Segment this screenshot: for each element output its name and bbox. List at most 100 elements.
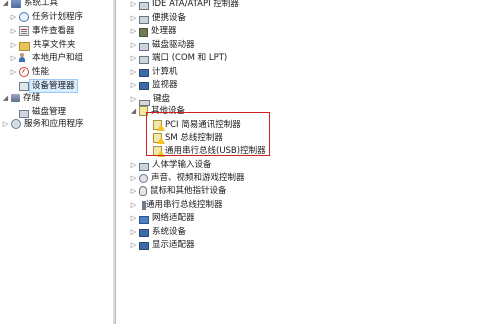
console-tree-item-label: 磁盘管理 <box>32 107 67 117</box>
device-tree-item-label: 网络适配器 <box>152 213 195 223</box>
device-tree-item-label: 鼠标和其他指针设备 <box>150 186 227 196</box>
storage-icon <box>11 94 20 102</box>
console-tree-item-label: 服务和应用程序 <box>24 119 84 129</box>
device-tree-item[interactable]: ▷ 端口 (COM 和 LPT) <box>130 52 227 64</box>
ide-controller-icon <box>139 2 149 10</box>
console-tree-item[interactable]: ▷ 共享文件夹 <box>10 39 76 51</box>
collapsed-arrow-icon[interactable]: ▷ <box>130 79 137 91</box>
collapsed-arrow-icon[interactable]: ▷ <box>130 66 137 78</box>
console-tree-item-label: 存储 <box>23 93 41 103</box>
portable-device-icon <box>139 16 149 24</box>
device-tree-item[interactable]: ▷ IDE ATA/ATAPI 控制器 <box>130 0 239 10</box>
collapsed-arrow-icon[interactable]: ▷ <box>130 185 137 197</box>
collapsed-arrow-icon[interactable]: ▷ <box>10 39 17 51</box>
expanded-arrow-icon[interactable]: ◢ <box>130 105 137 117</box>
collapsed-arrow-icon[interactable]: ▷ <box>130 172 137 184</box>
collapsed-arrow-icon[interactable]: ▷ <box>130 199 137 211</box>
collapsed-arrow-icon[interactable]: ▷ <box>10 66 17 78</box>
console-tree-item-label: 事件查看器 <box>32 26 75 36</box>
system-devices-icon <box>139 229 149 237</box>
device-tree-item-label: 监视器 <box>152 80 178 90</box>
console-tree-item[interactable]: ▷ 事件查看器 <box>10 25 75 37</box>
device-tree-item-label: 计算机 <box>152 67 178 77</box>
collapsed-arrow-icon[interactable]: ▷ <box>130 159 137 171</box>
hid-icon <box>139 163 149 171</box>
device-tree-item-label: 通用串行总线控制器 <box>146 200 223 210</box>
collapsed-arrow-icon[interactable]: ▷ <box>130 212 137 224</box>
no-expander <box>10 106 17 118</box>
local-users-icon <box>19 53 29 63</box>
console-tree-item[interactable]: ▷ 性能 <box>10 66 49 78</box>
shared-folders-icon <box>19 41 30 51</box>
device-tree-item-label: 人体学输入设备 <box>152 160 212 170</box>
collapsed-arrow-icon[interactable]: ▷ <box>130 239 137 251</box>
device-tree-item-label: 系统设备 <box>152 227 187 237</box>
device-tree-item[interactable]: ▷ 便携设备 <box>130 12 186 24</box>
device-tree-item-label: 键盘 <box>153 94 171 104</box>
console-tree-item[interactable]: ▷ 任务计划程序 <box>10 11 83 23</box>
expanded-arrow-icon[interactable]: ◢ <box>2 92 9 104</box>
computer-icon <box>139 69 149 77</box>
collapsed-arrow-icon[interactable]: ▷ <box>2 118 9 130</box>
performance-icon <box>19 67 29 77</box>
device-tree-item[interactable]: ▷ 系统设备 <box>130 226 186 238</box>
collapsed-arrow-icon[interactable]: ▷ <box>130 39 137 51</box>
device-tree-item[interactable]: ▷ 人体学输入设备 <box>130 159 212 171</box>
collapsed-arrow-icon[interactable]: ▷ <box>10 11 17 23</box>
console-tree-item-label: 本地用户和组 <box>32 53 84 63</box>
device-tree-item[interactable]: ▷ 磁盘驱动器 <box>130 39 195 51</box>
console-tree-item[interactable]: 设备管理器 <box>10 79 78 93</box>
device-tree-item[interactable]: ▷ 网络适配器 <box>130 212 195 224</box>
collapsed-arrow-icon[interactable]: ▷ <box>130 52 137 64</box>
event-viewer-icon <box>19 26 29 36</box>
device-tree-item-label: 磁盘驱动器 <box>152 40 195 50</box>
device-tree-item[interactable]: ▷ 显示适配器 <box>130 239 195 251</box>
console-tree-item-label: 任务计划程序 <box>32 12 84 22</box>
device-tree-item[interactable]: ▷ 处理器 <box>130 25 177 37</box>
network-adapter-icon <box>139 216 149 224</box>
services-apps-icon <box>11 119 21 129</box>
collapsed-arrow-icon[interactable]: ▷ <box>10 52 17 64</box>
device-tree-item[interactable]: ▷ 键盘 <box>130 93 171 106</box>
expanded-arrow-icon[interactable]: ◢ <box>2 0 9 9</box>
port-icon <box>139 56 149 64</box>
collapsed-arrow-icon[interactable]: ▷ <box>130 25 137 37</box>
device-tree-item[interactable]: ▷ 监视器 <box>130 79 178 91</box>
device-tree-item-label: 端口 (COM 和 LPT) <box>152 53 228 63</box>
display-adapter-icon <box>139 242 149 250</box>
tools-icon <box>11 0 21 8</box>
no-expander <box>10 80 17 92</box>
device-manager-icon <box>19 81 29 91</box>
highlight-box <box>146 112 270 156</box>
collapsed-arrow-icon[interactable]: ▷ <box>130 93 137 105</box>
device-tree-item[interactable]: ▷ 计算机 <box>130 66 178 78</box>
device-tree-item[interactable]: ▷ 声音、视频和游戏控制器 <box>130 172 245 184</box>
device-list-pane: ▷ IDE ATA/ATAPI 控制器 ▷ 便携设备 ▷ 处理器 ▷ 磁盘驱动器 ▷ 端口 (CO… <box>116 0 500 324</box>
device-tree-item-label: 声音、视频和游戏控制器 <box>151 173 245 183</box>
console-tree-item-label: 系统工具 <box>24 0 59 8</box>
console-tree-item[interactable]: ◢ 系统工具 <box>2 0 58 9</box>
collapsed-arrow-icon[interactable]: ▷ <box>10 25 17 37</box>
console-tree-item[interactable]: 磁盘管理 <box>10 106 66 118</box>
sound-icon <box>139 173 148 183</box>
device-tree-item[interactable]: ▷ 通用串行总线控制器 <box>130 199 223 211</box>
console-tree-item-label: 共享文件夹 <box>33 40 76 50</box>
console-tree-item-label: 设备管理器 <box>29 79 78 93</box>
collapsed-arrow-icon[interactable]: ▷ <box>130 226 137 238</box>
device-tree-item-label: IDE ATA/ATAPI 控制器 <box>152 0 239 9</box>
collapsed-arrow-icon[interactable]: ▷ <box>130 0 137 10</box>
device-tree-item[interactable]: ▷ 鼠标和其他指针设备 <box>130 185 227 197</box>
disk-management-icon <box>19 110 29 118</box>
collapsed-arrow-icon[interactable]: ▷ <box>130 12 137 24</box>
monitor-icon <box>139 82 149 90</box>
device-tree-item-label: 便携设备 <box>152 13 187 23</box>
device-tree-item-label: 处理器 <box>151 26 177 36</box>
console-tree-item[interactable]: ◢ 存储 <box>2 92 40 104</box>
usb-icon <box>142 200 146 210</box>
disk-drive-icon <box>139 43 149 51</box>
console-tree-item[interactable]: ▷ 服务和应用程序 <box>2 118 84 130</box>
console-tree-item-label: 性能 <box>32 67 50 77</box>
console-tree-item[interactable]: ▷ 本地用户和组 <box>10 52 83 64</box>
mouse-icon <box>139 186 147 196</box>
device-tree-item-label: 显示适配器 <box>152 240 195 250</box>
